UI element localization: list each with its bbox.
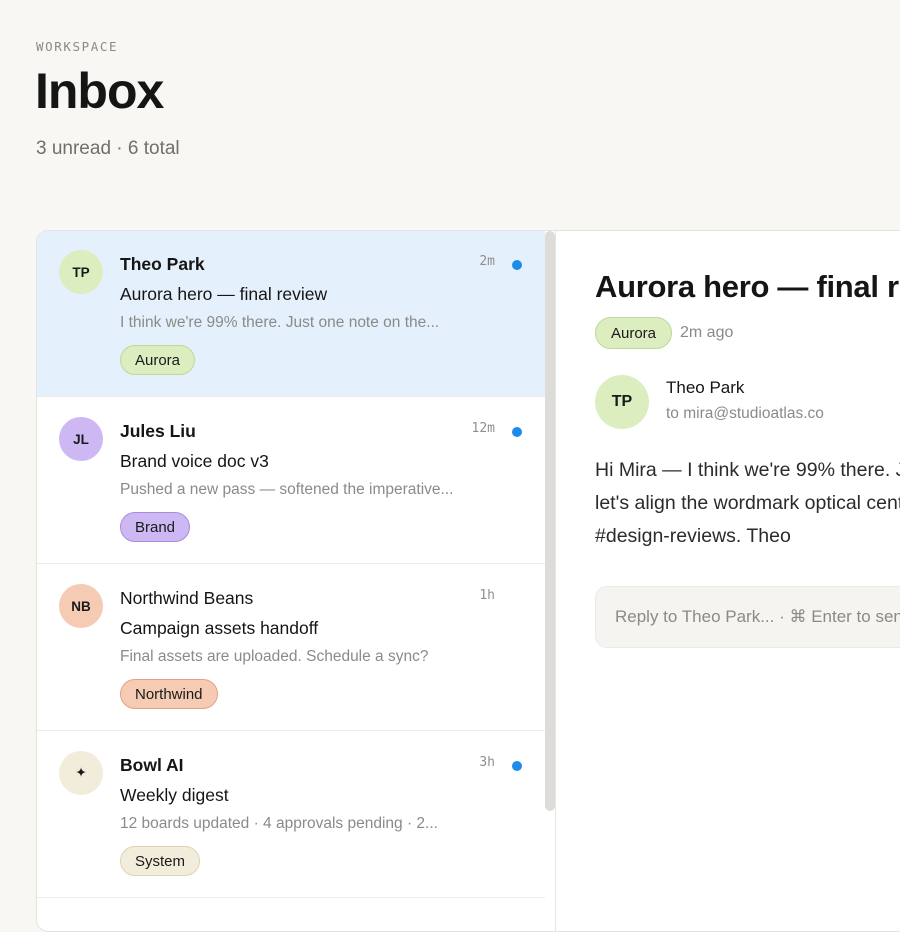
unread-dot — [512, 260, 522, 270]
detail-time: 2m ago — [680, 324, 734, 341]
unread-dot — [512, 427, 522, 437]
body-line: Hi Mira — I think we're 99% there. Just … — [595, 459, 900, 481]
body-line: #design-reviews. Theo — [595, 525, 791, 547]
detail-tag[interactable]: Aurora — [595, 317, 673, 349]
body-line: let's align the wordmark optical center … — [595, 492, 900, 514]
avatar: TP — [59, 250, 103, 294]
message-subject: Weekly digest — [120, 785, 229, 805]
message-list: TP Theo Park 2m Aurora hero — final revi… — [37, 231, 545, 931]
list-scrollbar[interactable] — [545, 231, 555, 811]
message-preview: Pushed a new pass — softened the imperat… — [120, 481, 454, 498]
sender-name: Theo Park — [120, 254, 205, 274]
message-preview: Final assets are uploaded. Schedule a sy… — [120, 648, 429, 665]
message-tag[interactable]: Aurora — [120, 345, 196, 375]
message-subject: Campaign assets handoff — [120, 618, 319, 638]
message-row[interactable]: JL Jules Liu 12m Brand voice doc v3 Push… — [37, 398, 545, 564]
sender-name: Jules Liu — [120, 421, 196, 441]
avatar: TP — [595, 375, 649, 429]
message-tag[interactable]: System — [120, 846, 201, 876]
inbox-panel: TP Theo Park 2m Aurora hero — final revi… — [36, 230, 900, 932]
detail-subject: Aurora hero — final review — [595, 269, 900, 304]
message-time: 12m — [471, 421, 495, 436]
message-row[interactable]: NB Northwind Beans 1h Campaign assets ha… — [37, 565, 545, 731]
message-row[interactable]: ✦ Bowl AI 3h Weekly digest 12 boards upd… — [37, 732, 545, 898]
sender-name: Northwind Beans — [120, 588, 254, 608]
page-title: Inbox — [35, 63, 164, 119]
message-tag[interactable]: Brand — [120, 512, 191, 542]
from-name: Theo Park — [666, 378, 745, 397]
sender-name: Bowl AI — [120, 755, 184, 775]
avatar: NB — [59, 584, 103, 628]
message-detail: Aurora hero — final review Aurora 2m ago… — [556, 231, 900, 931]
reply-input[interactable]: Reply to Theo Park... · ⌘ Enter to send — [595, 586, 900, 648]
message-preview: 12 boards updated · 4 approvals pending … — [120, 815, 438, 832]
inbox-counts: 3 unread · 6 total — [36, 138, 180, 159]
message-time: 1h — [479, 588, 495, 603]
message-tag[interactable]: Northwind — [120, 679, 218, 709]
message-preview: I think we're 99% there. Just one note o… — [120, 314, 440, 331]
page-eyebrow: WORKSPACE — [36, 39, 119, 54]
recipient-address: to mira@studioatlas.co — [666, 405, 824, 422]
sparkle-icon: ✦ — [59, 751, 103, 795]
message-time: 2m — [479, 254, 495, 269]
message-time: 3h — [479, 755, 495, 770]
message-row[interactable]: TP Theo Park 2m Aurora hero — final revi… — [37, 231, 545, 397]
unread-dot — [512, 761, 522, 771]
message-subject: Aurora hero — final review — [120, 284, 328, 304]
avatar: JL — [59, 417, 103, 461]
message-body: Hi Mira — I think we're 99% there. Just … — [595, 454, 900, 553]
message-subject: Brand voice doc v3 — [120, 451, 269, 471]
